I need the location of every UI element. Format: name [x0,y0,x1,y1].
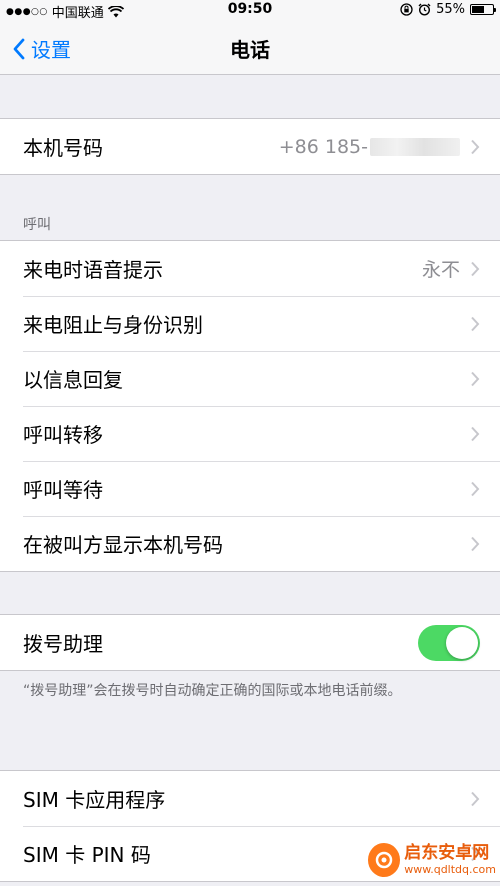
dial-assist-toggle[interactable] [418,624,480,661]
call-forwarding-row[interactable]: 呼叫转移 [0,406,500,461]
status-right: 55% [400,2,496,17]
my-number-text: +86 185- [278,135,368,158]
announce-calls-value: 永不 [421,259,460,281]
alarm-icon [418,3,431,16]
my-number-value: +86 185- [279,136,460,158]
battery-percent: 55% [436,2,465,17]
orientation-lock-icon [400,3,413,16]
watermark-url: www.qdltdq.com [404,862,496,876]
respond-with-text-label: 以信息回复 [23,368,123,392]
show-caller-id-label: 在被叫方显示本机号码 [23,533,223,557]
calls-group: 来电时语音提示 永不 来电阻止与身份识别 以信息回复 呼叫转移 呼叫等待 在被叫… [0,240,500,572]
chevron-right-icon [471,791,480,806]
navigation-bar: 设置 电话 [0,20,500,75]
watermark-logo-icon [368,843,401,877]
page-title: 电话 [230,38,270,62]
call-blocking-row[interactable]: 来电阻止与身份识别 [0,296,500,351]
chevron-right-icon [471,316,480,331]
calls-section-header: 呼叫 [23,217,51,233]
chevron-right-icon [471,426,480,441]
chevron-right-icon [471,481,480,496]
dial-assist-label: 拨号助理 [23,632,103,656]
chevron-right-icon [471,371,480,386]
my-number-label: 本机号码 [23,136,103,160]
call-blocking-label: 来电阻止与身份识别 [23,313,203,337]
my-number-group: 本机号码 +86 185- [0,118,500,175]
dial-assist-note: “拨号助理”会在拨号时自动确定正确的国际或本地电话前缀。 [23,683,402,699]
my-number-row[interactable]: 本机号码 +86 185- [0,119,500,174]
sim-applications-row[interactable]: SIM 卡应用程序 [0,771,500,826]
chevron-right-icon [471,261,480,276]
announce-calls-label: 来电时语音提示 [23,258,163,282]
respond-with-text-row[interactable]: 以信息回复 [0,351,500,406]
chevron-right-icon [471,139,480,154]
call-waiting-row[interactable]: 呼叫等待 [0,461,500,516]
call-forwarding-label: 呼叫转移 [23,423,103,447]
status-bar: ●●●○○ 中国联通 09:50 55% [0,0,500,21]
watermark-name: 启东安卓网 [404,843,490,864]
redacted-number [370,138,460,156]
toggle-knob [446,626,478,659]
battery-icon [470,4,496,15]
show-caller-id-row[interactable]: 在被叫方显示本机号码 [0,516,500,571]
dial-assist-group: 拨号助理 [0,614,500,671]
dial-assist-row: 拨号助理 [0,615,500,670]
call-waiting-label: 呼叫等待 [23,478,103,502]
announce-calls-row[interactable]: 来电时语音提示 永不 [0,241,500,296]
sim-applications-label: SIM 卡应用程序 [23,788,166,812]
watermark: 启东安卓网 www.qdltdq.com [368,838,496,882]
chevron-right-icon [471,536,480,551]
watermark-text: 启东安卓网 www.qdltdq.com [404,844,496,876]
